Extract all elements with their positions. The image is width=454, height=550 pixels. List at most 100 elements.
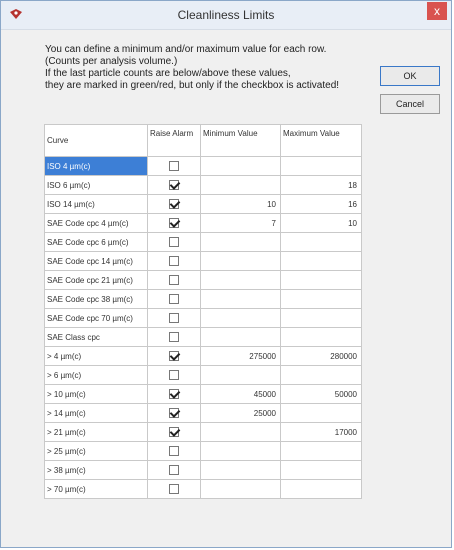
minimum-value-cell[interactable]: 275000 <box>200 346 281 366</box>
table-row[interactable]: SAE Code cpc 70 µm(c) <box>44 308 362 328</box>
minimum-value-cell[interactable] <box>200 479 281 499</box>
table-row[interactable]: > 21 µm(c) 17000 <box>44 422 362 442</box>
raise-alarm-checkbox[interactable] <box>169 294 179 304</box>
maximum-value-cell[interactable] <box>280 460 362 480</box>
raise-alarm-checkbox[interactable] <box>169 199 179 209</box>
table-row[interactable]: > 4 µm(c) 275000 280000 <box>44 346 362 366</box>
curve-cell[interactable]: > 10 µm(c) <box>44 384 148 404</box>
table-row[interactable]: > 6 µm(c) <box>44 365 362 385</box>
curve-cell[interactable]: SAE Code cpc 14 µm(c) <box>44 251 148 271</box>
raise-alarm-checkbox[interactable] <box>169 484 179 494</box>
raise-alarm-checkbox[interactable] <box>169 351 179 361</box>
minimum-value-cell[interactable] <box>200 289 281 309</box>
minimum-value-cell[interactable]: 45000 <box>200 384 281 404</box>
column-header-curve[interactable]: Curve <box>44 124 148 157</box>
maximum-value-cell[interactable] <box>280 289 362 309</box>
curve-cell[interactable]: > 6 µm(c) <box>44 365 148 385</box>
maximum-value-cell[interactable] <box>280 308 362 328</box>
maximum-value-cell[interactable]: 50000 <box>280 384 362 404</box>
cancel-button[interactable]: Cancel <box>380 94 440 114</box>
raise-alarm-checkbox[interactable] <box>169 275 179 285</box>
table-row[interactable]: ISO 4 µm(c) <box>44 156 362 176</box>
table-row[interactable]: > 14 µm(c) 25000 <box>44 403 362 423</box>
column-header-raise-alarm[interactable]: Raise Alarm <box>147 124 201 157</box>
raise-alarm-checkbox[interactable] <box>169 408 179 418</box>
table-row[interactable]: ISO 6 µm(c) 18 <box>44 175 362 195</box>
table-row[interactable]: SAE Code cpc 6 µm(c) <box>44 232 362 252</box>
minimum-value-cell[interactable] <box>200 422 281 442</box>
minimum-value-cell[interactable] <box>200 365 281 385</box>
maximum-value-cell[interactable] <box>280 251 362 271</box>
maximum-value-cell[interactable]: 17000 <box>280 422 362 442</box>
raise-alarm-checkbox[interactable] <box>169 256 179 266</box>
raise-alarm-checkbox[interactable] <box>169 332 179 342</box>
raise-alarm-checkbox[interactable] <box>169 370 179 380</box>
raise-alarm-checkbox[interactable] <box>169 465 179 475</box>
dialog-window: Cleanliness Limits x You can define a mi… <box>0 0 452 548</box>
minimum-value-cell[interactable] <box>200 156 281 176</box>
maximum-value-cell[interactable] <box>280 270 362 290</box>
curve-cell[interactable]: ISO 6 µm(c) <box>44 175 148 195</box>
maximum-value-cell[interactable] <box>280 327 362 347</box>
raise-alarm-checkbox[interactable] <box>169 161 179 171</box>
curve-cell[interactable]: SAE Code cpc 70 µm(c) <box>44 308 148 328</box>
raise-alarm-checkbox[interactable] <box>169 389 179 399</box>
minimum-value-cell[interactable]: 7 <box>200 213 281 233</box>
curve-cell[interactable]: SAE Code cpc 21 µm(c) <box>44 270 148 290</box>
title-bar[interactable]: Cleanliness Limits x <box>1 1 451 30</box>
minimum-value-cell[interactable] <box>200 441 281 461</box>
maximum-value-cell[interactable] <box>280 479 362 499</box>
curve-cell[interactable]: ISO 14 µm(c) <box>44 194 148 214</box>
minimum-value-cell[interactable] <box>200 327 281 347</box>
raise-alarm-cell <box>147 270 201 290</box>
maximum-value-cell[interactable]: 18 <box>280 175 362 195</box>
maximum-value-cell[interactable] <box>280 441 362 461</box>
maximum-value-cell[interactable] <box>280 365 362 385</box>
minimum-value-cell[interactable] <box>200 460 281 480</box>
raise-alarm-checkbox[interactable] <box>169 313 179 323</box>
raise-alarm-checkbox[interactable] <box>169 218 179 228</box>
minimum-value-cell[interactable]: 10 <box>200 194 281 214</box>
minimum-value-cell[interactable] <box>200 308 281 328</box>
raise-alarm-checkbox[interactable] <box>169 180 179 190</box>
curve-cell[interactable]: SAE Class cpc <box>44 327 148 347</box>
curve-cell[interactable]: > 4 µm(c) <box>44 346 148 366</box>
minimum-value-cell[interactable]: 25000 <box>200 403 281 423</box>
maximum-value-cell[interactable]: 280000 <box>280 346 362 366</box>
curve-cell[interactable]: ISO 4 µm(c) <box>44 156 148 176</box>
curve-cell[interactable]: > 70 µm(c) <box>44 479 148 499</box>
table-row[interactable]: SAE Code cpc 4 µm(c) 7 10 <box>44 213 362 233</box>
minimum-value-cell[interactable] <box>200 251 281 271</box>
minimum-value-cell[interactable] <box>200 175 281 195</box>
curve-cell[interactable]: SAE Code cpc 6 µm(c) <box>44 232 148 252</box>
ok-button[interactable]: OK <box>380 66 440 86</box>
column-header-maximum[interactable]: Maximum Value <box>280 124 362 157</box>
maximum-value-cell[interactable]: 10 <box>280 213 362 233</box>
maximum-value-cell[interactable]: 16 <box>280 194 362 214</box>
curve-cell[interactable]: SAE Code cpc 38 µm(c) <box>44 289 148 309</box>
maximum-value-cell[interactable] <box>280 156 362 176</box>
table-row[interactable]: SAE Code cpc 38 µm(c) <box>44 289 362 309</box>
curve-cell[interactable]: > 25 µm(c) <box>44 441 148 461</box>
curve-cell[interactable]: > 14 µm(c) <box>44 403 148 423</box>
raise-alarm-checkbox[interactable] <box>169 237 179 247</box>
minimum-value-cell[interactable] <box>200 270 281 290</box>
table-row[interactable]: > 70 µm(c) <box>44 479 362 499</box>
table-row[interactable]: SAE Code cpc 14 µm(c) <box>44 251 362 271</box>
curve-cell[interactable]: SAE Code cpc 4 µm(c) <box>44 213 148 233</box>
table-row[interactable]: > 10 µm(c) 45000 50000 <box>44 384 362 404</box>
minimum-value-cell[interactable] <box>200 232 281 252</box>
maximum-value-cell[interactable] <box>280 403 362 423</box>
table-row[interactable]: > 25 µm(c) <box>44 441 362 461</box>
table-row[interactable]: ISO 14 µm(c) 10 16 <box>44 194 362 214</box>
curve-cell[interactable]: > 21 µm(c) <box>44 422 148 442</box>
table-row[interactable]: > 38 µm(c) <box>44 460 362 480</box>
raise-alarm-checkbox[interactable] <box>169 427 179 437</box>
table-row[interactable]: SAE Code cpc 21 µm(c) <box>44 270 362 290</box>
maximum-value-cell[interactable] <box>280 232 362 252</box>
table-row[interactable]: SAE Class cpc <box>44 327 362 347</box>
raise-alarm-checkbox[interactable] <box>169 446 179 456</box>
column-header-minimum[interactable]: Minimum Value <box>200 124 281 157</box>
curve-cell[interactable]: > 38 µm(c) <box>44 460 148 480</box>
close-button[interactable]: x <box>427 2 447 20</box>
